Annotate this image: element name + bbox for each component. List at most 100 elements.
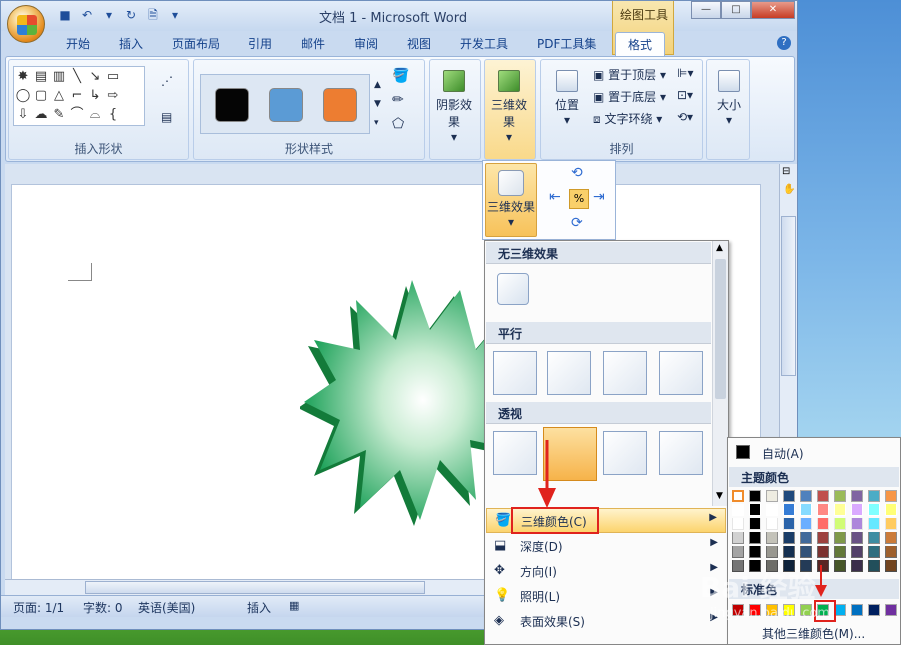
theme-tint-swatch[interactable] (817, 504, 829, 516)
hand-icon[interactable]: ✋ (783, 184, 795, 195)
parallel-option-4[interactable] (659, 351, 703, 395)
group-objects-icon[interactable]: ⊡▾ (677, 88, 693, 102)
freeform-icon[interactable]: ✎ (50, 105, 68, 124)
menu-item-surface[interactable]: ◈ 表面效果(S) ▶ (486, 609, 726, 634)
shape-fill-icon[interactable]: 🪣 (392, 68, 409, 84)
theme-tint-swatch[interactable] (732, 546, 744, 558)
tab-home[interactable]: 开始 (66, 35, 90, 52)
minimize-button[interactable]: — (691, 1, 721, 19)
theme-tint-swatch[interactable] (868, 546, 880, 558)
theme-tint-swatch[interactable] (885, 560, 897, 572)
vertical-scroll-thumb[interactable] (781, 216, 796, 376)
send-to-back-button[interactable]: ▣ 置于底层 ▾ (593, 88, 666, 105)
parallel-option-3[interactable] (603, 351, 647, 395)
theme-tint-swatch[interactable] (732, 518, 744, 530)
oval-icon[interactable]: ◯ (14, 86, 32, 105)
tab-review[interactable]: 审阅 (354, 35, 378, 52)
theme-tint-swatch[interactable] (834, 560, 846, 572)
menu-scroll-thumb[interactable] (715, 259, 726, 399)
theme-tint-swatch[interactable] (851, 532, 863, 544)
horizontal-scroll-thumb[interactable] (85, 581, 425, 594)
qat-customize-icon[interactable]: ▾ (167, 7, 183, 23)
parallel-option-2[interactable] (547, 351, 591, 395)
bring-to-front-button[interactable]: ▣ 置于顶层 ▾ (593, 66, 666, 83)
size-button[interactable]: 大小 ▾ (707, 64, 751, 134)
menu-item-lighting[interactable]: 💡 照明(L) ▶ (486, 584, 726, 609)
theme-color-swatch[interactable] (732, 490, 744, 502)
theme-color-swatch[interactable] (834, 490, 846, 502)
elbow-connector-icon[interactable]: ⌐ (68, 86, 86, 105)
theme-color-swatch[interactable] (749, 490, 761, 502)
macro-recorder-icon[interactable]: ▦ (289, 599, 299, 612)
theme-tint-swatch[interactable] (885, 518, 897, 530)
insert-mode[interactable]: 插入 (247, 599, 271, 616)
menu-item-depth[interactable]: ⬓ 深度(D) ▶ (486, 534, 726, 559)
theme-tint-swatch[interactable] (800, 504, 812, 516)
textbox-icon[interactable]: ▤ (32, 67, 50, 86)
redo-icon[interactable]: ↻ (123, 7, 139, 23)
menu-scrollbar[interactable]: ▲ ▼ (712, 241, 728, 506)
theme-color-swatch[interactable] (885, 490, 897, 502)
change-shape-icon[interactable]: ⬠ (392, 116, 404, 132)
theme-color-swatch[interactable] (766, 490, 778, 502)
tab-mailings[interactable]: 邮件 (301, 35, 325, 52)
theme-tint-swatch[interactable] (783, 532, 795, 544)
tab-references[interactable]: 引用 (248, 35, 272, 52)
theme-color-swatch[interactable] (868, 490, 880, 502)
save-icon[interactable]: ■ (57, 7, 73, 23)
theme-tint-swatch[interactable] (800, 546, 812, 558)
perspective-option-4[interactable] (659, 431, 703, 475)
vertical-textbox-icon[interactable]: ▥ (50, 67, 68, 86)
standard-color-swatch[interactable] (868, 604, 880, 616)
theme-tint-swatch[interactable] (783, 518, 795, 530)
more-3d-colors-option[interactable]: 其他三维颜色(M)... (762, 625, 865, 642)
theme-tint-swatch[interactable] (834, 518, 846, 530)
dropdown-arrow-icon[interactable]: ▾ (101, 7, 117, 23)
perspective-option-1[interactable] (493, 431, 537, 475)
line-icon[interactable]: ╲ (68, 67, 86, 86)
perspective-option-3[interactable] (603, 431, 647, 475)
style-swatch-blue[interactable] (269, 88, 303, 122)
shadow-effect-button[interactable]: 阴影效果 ▾ (432, 64, 476, 144)
cloud-shape-icon[interactable]: ☁ (32, 105, 50, 124)
tilt-left-icon[interactable]: ⇤ (549, 189, 561, 205)
standard-color-swatch[interactable] (851, 604, 863, 616)
text-wrap-button[interactable]: ⧈ 文字环绕 ▾ (593, 110, 662, 127)
rectangle-icon[interactable]: ▭ (104, 67, 122, 86)
theme-tint-swatch[interactable] (766, 518, 778, 530)
right-arrow-icon[interactable]: ⇨ (104, 86, 122, 105)
theme-tint-swatch[interactable] (851, 546, 863, 558)
theme-tint-swatch[interactable] (868, 504, 880, 516)
theme-tint-swatch[interactable] (868, 518, 880, 530)
no-3d-option[interactable] (497, 273, 529, 305)
triangle-icon[interactable]: △ (50, 86, 68, 105)
help-icon[interactable]: ? (777, 36, 791, 50)
menu-scroll-down-icon[interactable]: ▼ (716, 491, 723, 501)
tilt-down-icon[interactable]: ⟳ (571, 215, 583, 231)
align-icon[interactable]: ⊫▾ (677, 66, 693, 80)
theme-tint-swatch[interactable] (800, 532, 812, 544)
undo-icon[interactable]: ↶ (79, 7, 95, 23)
theme-tint-swatch[interactable] (766, 504, 778, 516)
theme-tint-swatch[interactable] (732, 504, 744, 516)
theme-tint-swatch[interactable] (749, 546, 761, 558)
theme-tint-swatch[interactable] (817, 532, 829, 544)
menu-item-direction[interactable]: ✥ 方向(I) ▶ (486, 559, 726, 584)
theme-tint-swatch[interactable] (800, 518, 812, 530)
edit-shape-icon[interactable]: ⋰ (161, 74, 173, 88)
tab-view[interactable]: 视图 (407, 35, 431, 52)
tab-developer[interactable]: 开发工具 (460, 35, 508, 52)
page-indicator[interactable]: 页面: 1/1 (13, 599, 64, 616)
theme-tint-swatch[interactable] (834, 532, 846, 544)
theme-tint-swatch[interactable] (817, 546, 829, 558)
tilt-up-icon[interactable]: ⟲ (571, 165, 583, 181)
down-arrow-icon[interactable]: ⇩ (14, 105, 32, 124)
style-swatch-black[interactable] (215, 88, 249, 122)
theme-tint-swatch[interactable] (783, 504, 795, 516)
theme-tint-swatch[interactable] (817, 518, 829, 530)
brace-icon[interactable]: { (104, 105, 122, 124)
maximize-button[interactable]: □ (721, 1, 751, 19)
tab-pdf-tools[interactable]: PDF工具集 (537, 35, 596, 52)
theme-color-swatch[interactable] (817, 490, 829, 502)
office-button[interactable] (7, 5, 45, 43)
